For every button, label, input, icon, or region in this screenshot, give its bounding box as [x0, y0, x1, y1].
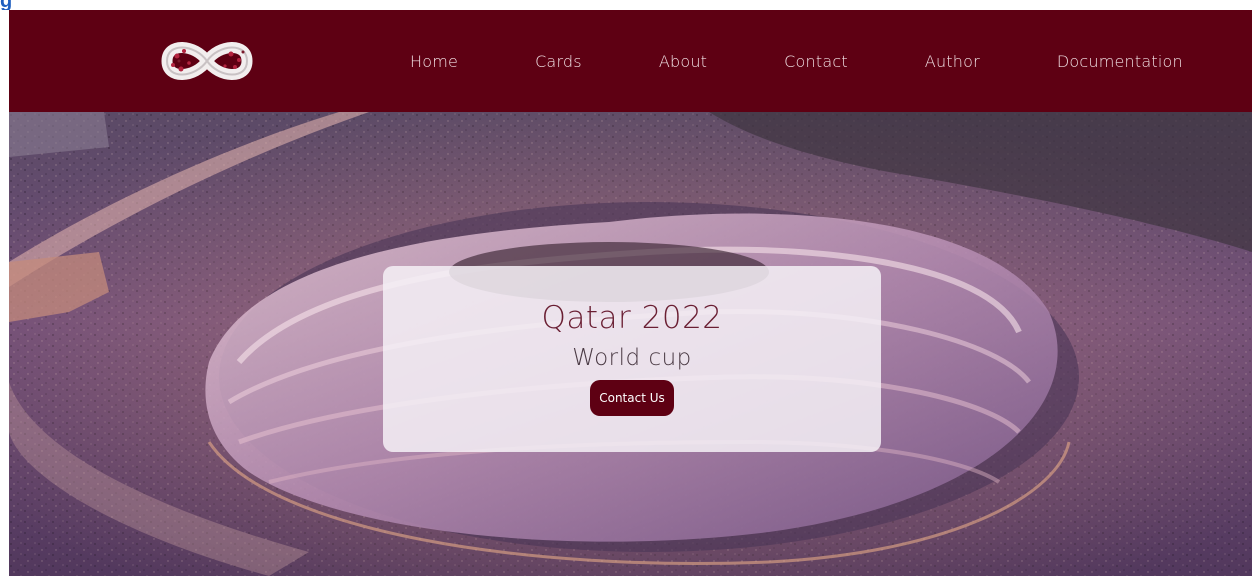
nav-link-author[interactable]: Author [925, 52, 980, 71]
nav-link-contact[interactable]: Contact [784, 52, 848, 71]
logo[interactable] [159, 36, 255, 86]
navbar: Home Cards About Contact Author Document… [9, 10, 1252, 112]
nav-link-cards[interactable]: Cards [535, 52, 582, 71]
hero-subtitle: World cup [572, 345, 692, 371]
nav-link-documentation[interactable]: Documentation [1057, 52, 1183, 71]
nav-link-about[interactable]: About [659, 52, 707, 71]
hero-section: Qatar 2022 World cup Contact Us [9, 112, 1252, 576]
hero-title: Qatar 2022 [541, 300, 723, 336]
page-caption-fragment: g [0, 0, 12, 10]
nav-link-home[interactable]: Home [410, 52, 458, 71]
infinity-emblem-icon [161, 42, 253, 80]
hero-card: Qatar 2022 World cup Contact Us [383, 266, 881, 452]
site-frame: Home Cards About Contact Author Document… [9, 10, 1252, 576]
contact-us-button[interactable]: Contact Us [590, 380, 674, 416]
nav-links: Home Cards About Contact Author Document… [389, 10, 1183, 112]
